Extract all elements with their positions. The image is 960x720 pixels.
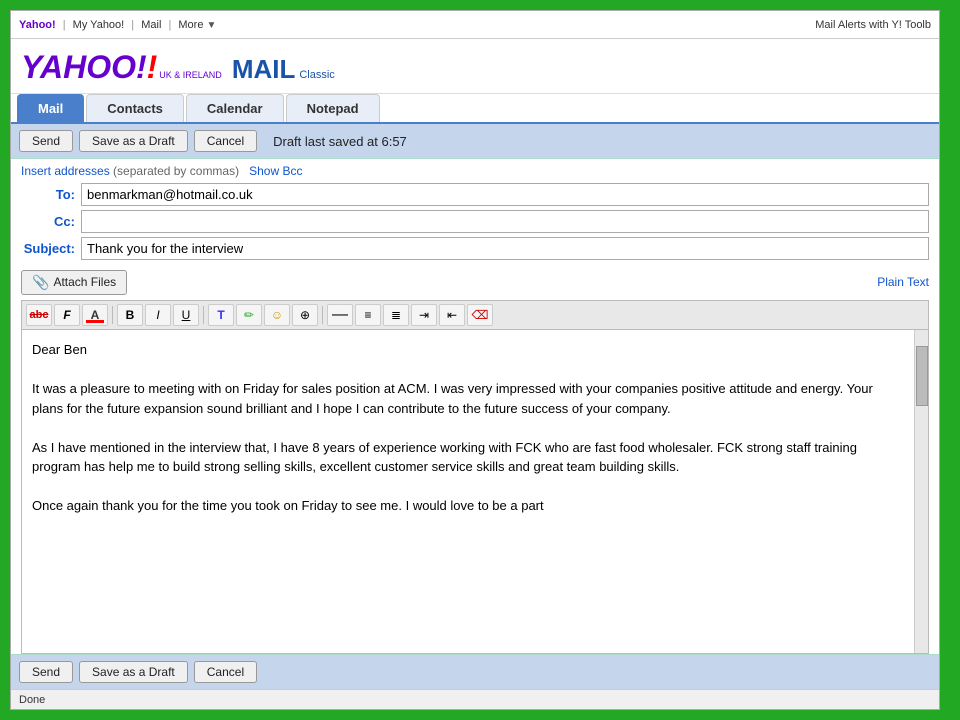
tab-contacts[interactable]: Contacts [86, 94, 184, 122]
yahoo-link[interactable]: Yahoo! [19, 19, 56, 31]
rte-indent-btn[interactable]: ⇥ [411, 304, 437, 326]
app-window: Yahoo! | My Yahoo! | Mail | More ▼ Mail … [10, 10, 940, 710]
to-label: To: [21, 187, 81, 202]
mail-text: MAIL [232, 54, 296, 85]
rte-italic-btn[interactable]: I [145, 304, 171, 326]
rte-bold-btn[interactable]: B [117, 304, 143, 326]
top-bar-right: Mail Alerts with Y! Toolb [815, 19, 931, 31]
sep2: | [131, 19, 134, 31]
more-link[interactable]: More [178, 19, 203, 31]
top-bar: Yahoo! | My Yahoo! | Mail | More ▼ Mail … [11, 11, 939, 39]
rte-color-btn[interactable]: A [82, 304, 108, 326]
yahoo-logo: YAHOO!! UK & IRELAND MAIL Classic [21, 49, 335, 86]
to-row: To: [21, 183, 929, 206]
top-bar-left: Yahoo! | My Yahoo! | Mail | More ▼ [19, 19, 216, 31]
myyahoo-link[interactable]: My Yahoo! [73, 19, 125, 31]
scrollbar-track [914, 330, 928, 653]
rte-sep3 [322, 306, 323, 324]
insert-hint: Insert addresses (separated by commas) S… [21, 159, 929, 183]
cancel-button-top[interactable]: Cancel [194, 130, 257, 152]
tab-calendar[interactable]: Calendar [186, 94, 284, 122]
save-draft-button-bottom[interactable]: Save as a Draft [79, 661, 188, 683]
subject-field[interactable] [81, 237, 929, 260]
status-bar: Done [11, 689, 939, 709]
rte-list-btn[interactable]: ≣ [383, 304, 409, 326]
save-draft-button-top[interactable]: Save as a Draft [79, 130, 188, 152]
subject-row: Subject: [21, 237, 929, 260]
insert-addresses-link[interactable]: Insert addresses [21, 164, 110, 178]
attach-area: 📎 Attach Files Plain Text [21, 268, 929, 296]
rte-toolbar: abc F A B I U T ✏ ☺ ⊕ — ≡ ≣ ⇥ ⇤ ⌫ [21, 300, 929, 329]
rte-font-btn[interactable]: F [54, 304, 80, 326]
status-text: Done [19, 694, 45, 706]
logo-area: YAHOO!! UK & IRELAND MAIL Classic [11, 39, 939, 94]
rte-sep1 [112, 306, 113, 324]
email-body-wrapper [21, 329, 929, 654]
send-button-bottom[interactable]: Send [19, 661, 73, 683]
cc-label: Cc: [21, 214, 81, 229]
to-field[interactable] [81, 183, 929, 206]
sep3: | [168, 19, 171, 31]
rte-spell-btn[interactable]: abc [26, 304, 52, 326]
yahoo-text: YAHOO!! [21, 49, 157, 86]
rte-underline-btn[interactable]: U [173, 304, 199, 326]
nav-tabs: Mail Contacts Calendar Notepad [11, 94, 939, 124]
draft-status: Draft last saved at 6:57 [273, 134, 407, 149]
attach-label: Attach Files [53, 275, 116, 289]
tab-mail[interactable]: Mail [17, 94, 84, 122]
plain-text-link[interactable]: Plain Text [877, 268, 929, 296]
rte-clear-btn[interactable]: ⌫ [467, 304, 493, 326]
email-body[interactable] [22, 330, 914, 653]
tab-notepad[interactable]: Notepad [286, 94, 380, 122]
subject-label: Subject: [21, 241, 81, 256]
rte-textcolor2-btn[interactable]: T [208, 304, 234, 326]
compose-toolbar-top: Send Save as a Draft Cancel Draft last s… [11, 124, 939, 159]
cc-field[interactable] [81, 210, 929, 233]
compose-toolbar-bottom: Send Save as a Draft Cancel [11, 654, 939, 689]
yahoo-sub: UK & IRELAND [159, 71, 222, 81]
rte-emoji-btn[interactable]: ☺ [264, 304, 290, 326]
rte-outdent-btn[interactable]: ⇤ [439, 304, 465, 326]
rte-image-btn[interactable]: ⊕ [292, 304, 318, 326]
mail-classic: Classic [299, 69, 334, 81]
paperclip-icon: 📎 [32, 274, 49, 291]
compose-form: Insert addresses (separated by commas) S… [11, 159, 939, 654]
more-chevron: ▼ [207, 20, 217, 31]
show-bcc-link[interactable]: Show Bcc [249, 164, 302, 178]
cc-row: Cc: [21, 210, 929, 233]
rte-highlight-btn[interactable]: ✏ [236, 304, 262, 326]
rte-align-btn[interactable]: ≡ [355, 304, 381, 326]
rte-hr-btn[interactable]: — [327, 304, 353, 326]
mail-link[interactable]: Mail [141, 19, 161, 31]
scrollbar-thumb[interactable] [916, 346, 928, 406]
sep1: | [63, 19, 66, 31]
cancel-button-bottom[interactable]: Cancel [194, 661, 257, 683]
send-button-top[interactable]: Send [19, 130, 73, 152]
rte-sep2 [203, 306, 204, 324]
attach-files-button[interactable]: 📎 Attach Files [21, 270, 127, 295]
